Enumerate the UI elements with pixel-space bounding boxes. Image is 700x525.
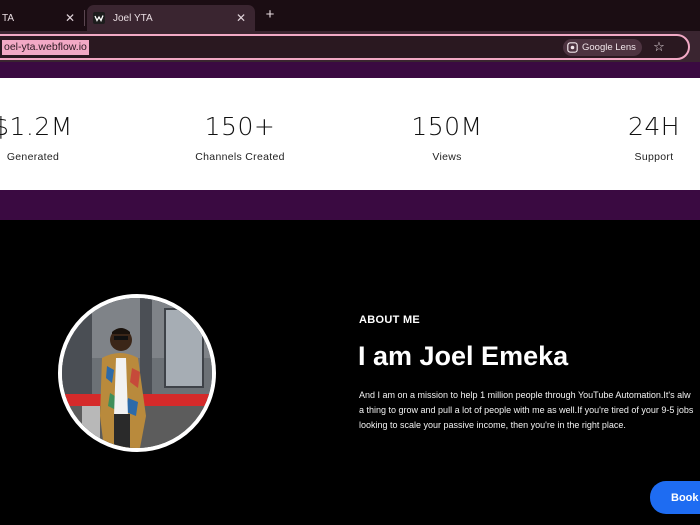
browser-tab-strip: TA ✕ Joel YTA ✕ + bbox=[0, 0, 700, 31]
stat-value: 150+ bbox=[204, 112, 276, 141]
webflow-favicon-icon bbox=[93, 12, 105, 24]
about-section-label: ABOUT ME bbox=[359, 314, 421, 326]
google-lens-button[interactable]: Google Lens bbox=[563, 39, 642, 56]
stat-label: Generated bbox=[6, 151, 60, 163]
stat-value: $1.2M bbox=[0, 112, 73, 141]
stat-label: Support bbox=[634, 151, 674, 163]
purple-band-top bbox=[0, 62, 700, 78]
stat-channels: 150+ Channels Created bbox=[160, 112, 320, 163]
tab-divider bbox=[84, 10, 85, 26]
close-icon[interactable]: ✕ bbox=[233, 10, 249, 26]
browser-tab-active[interactable]: Joel YTA ✕ bbox=[87, 5, 255, 31]
stat-generated: $1.2M Generated bbox=[0, 112, 113, 163]
about-heading: I am Joel Emeka bbox=[358, 341, 569, 371]
about-description: And I am on a mission to help 1 million … bbox=[359, 388, 700, 433]
new-tab-plus-icon[interactable]: + bbox=[262, 7, 278, 23]
stat-label: Channels Created bbox=[195, 151, 285, 163]
url-text[interactable]: oel-yta.webflow.io bbox=[2, 40, 89, 55]
about-line: And I am on a mission to help 1 million … bbox=[359, 390, 691, 400]
bookmark-star-icon[interactable]: ☆ bbox=[652, 40, 666, 54]
stat-label: Views bbox=[432, 151, 462, 163]
stat-support: 24H Support bbox=[574, 112, 700, 163]
lens-label: Google Lens bbox=[582, 42, 636, 53]
book-button-label: Book bbox=[671, 491, 699, 504]
book-button[interactable]: Book bbox=[650, 481, 700, 514]
about-line: looking to scale your passive income, th… bbox=[359, 420, 626, 430]
stats-strip: $1.2M Generated 150+ Channels Created 15… bbox=[0, 78, 700, 190]
web-page: $1.2M Generated 150+ Channels Created 15… bbox=[0, 62, 700, 525]
stat-views: 150M Views bbox=[367, 112, 527, 163]
tab-title: Joel YTA bbox=[113, 12, 153, 24]
browser-toolbar: oel-yta.webflow.io Google Lens ☆ bbox=[0, 31, 700, 62]
browser-tab[interactable]: TA ✕ bbox=[0, 5, 84, 31]
stat-value: 24H bbox=[627, 112, 681, 141]
lens-icon bbox=[567, 42, 578, 53]
stat-value: 150M bbox=[411, 112, 483, 141]
address-bar[interactable]: oel-yta.webflow.io Google Lens ☆ bbox=[0, 34, 690, 60]
purple-band-bottom bbox=[0, 190, 700, 220]
tab-title: TA bbox=[2, 12, 15, 24]
about-line: a thing to grow and pull a lot of people… bbox=[359, 405, 694, 415]
profile-photo bbox=[58, 294, 216, 452]
close-icon[interactable]: ✕ bbox=[62, 10, 78, 26]
